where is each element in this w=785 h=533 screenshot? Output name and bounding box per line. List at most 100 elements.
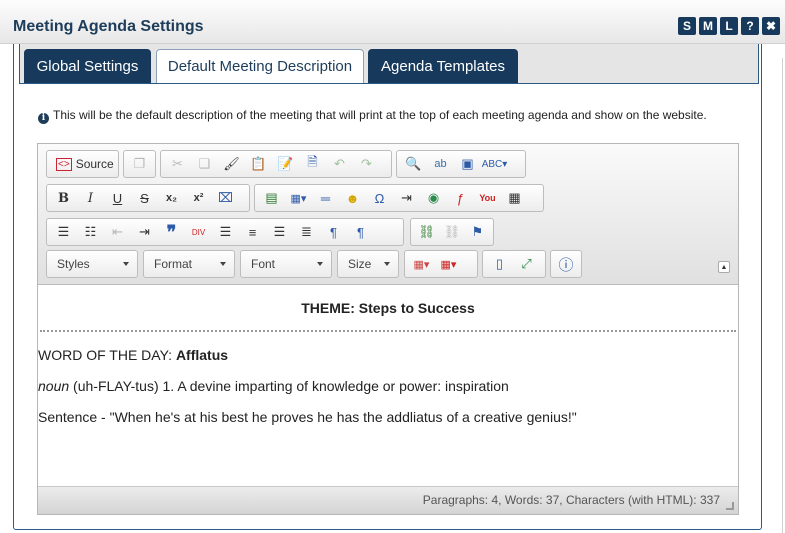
underline-icon[interactable]: U (104, 187, 131, 209)
dotted-divider (40, 330, 736, 332)
source-label: Source (75, 157, 114, 171)
window-controls: S M L ? ✖ (678, 17, 780, 35)
align-right-icon[interactable]: ☰ (266, 221, 293, 243)
special-char-icon[interactable]: Ω (366, 187, 393, 209)
select-all-icon[interactable]: ▣ (454, 153, 481, 175)
editor-statusbar: Paragraphs: 4, Words: 37, Characters (wi… (38, 486, 738, 514)
word-count: Paragraphs: 4, Words: 37, Characters (wi… (422, 493, 720, 507)
definition-text: (uh-FLAY-tus) 1. A devine imparting of k… (69, 378, 509, 394)
maximize-icon[interactable]: ⤢ (513, 253, 540, 275)
youtube-icon[interactable]: You (474, 187, 501, 209)
table-icon[interactable]: ▦▾ (285, 187, 312, 209)
info-icon: i (38, 113, 49, 124)
noun-label: noun (38, 378, 70, 394)
templates-group: ❐ (123, 150, 156, 178)
tab-default-meeting-description[interactable]: Default Meeting Description (156, 49, 364, 83)
rtl-icon[interactable]: ¶ (347, 221, 374, 243)
info-message: i This will be the default description of… (38, 108, 738, 124)
outdent-icon[interactable]: ⇤ (104, 221, 131, 243)
size-dropdown[interactable]: Size (337, 250, 399, 278)
remove-format-icon[interactable]: ⌧ (212, 187, 239, 209)
page-break-icon[interactable]: ⇥ (393, 187, 420, 209)
about-group: ⓘ (550, 250, 582, 278)
rich-text-editor: <> Source ❐ ✂ ❏ 🖌 📋 📝 🗎 ↶ ↷ 🔍 ab ▣ ABC▾ … (37, 143, 739, 515)
spellcheck-icon[interactable]: ABC▾ (481, 153, 508, 175)
format-dropdown[interactable]: Format (143, 250, 235, 278)
flash-icon[interactable]: ƒ (447, 187, 474, 209)
link-icon[interactable]: ⛓ (414, 221, 439, 243)
templates-icon[interactable]: ❐ (127, 153, 152, 175)
format-label: Format (154, 257, 193, 271)
chevron-down-icon (317, 262, 323, 266)
chevron-down-icon (220, 262, 226, 266)
paste-brush-icon[interactable]: 🖌 (218, 153, 245, 175)
close-button[interactable]: ✖ (762, 17, 780, 35)
undo-icon[interactable]: ↶ (326, 153, 353, 175)
ltr-icon[interactable]: ¶ (320, 221, 347, 243)
replace-icon[interactable]: ab (427, 153, 454, 175)
superscript-icon[interactable]: x² (185, 187, 212, 209)
blockquote-icon[interactable]: ❞ (158, 221, 185, 243)
theme-heading: THEME: Steps to Success (301, 300, 475, 316)
find-icon[interactable]: 🔍 (400, 153, 427, 175)
word-of-day-paragraph: WORD OF THE DAY: Afflatus (38, 347, 228, 363)
div-icon[interactable]: DIV (185, 221, 212, 243)
size-medium-button[interactable]: M (699, 17, 717, 35)
dialog-titlebar: Meeting Agenda Settings S M L ? ✖ (0, 0, 785, 44)
basic-styles-group: B I U S x₂ x² ⌧ (46, 184, 250, 212)
tab-global-settings[interactable]: Global Settings (24, 49, 151, 83)
paste-icon[interactable]: 📋 (245, 153, 272, 175)
unlink-icon[interactable]: ⛓ (439, 221, 464, 243)
clipboard-group: ✂ ❏ 🖌 📋 📝 🗎 ↶ ↷ (160, 150, 392, 178)
italic-icon[interactable]: I (77, 187, 104, 209)
bold-icon[interactable]: B (50, 187, 77, 209)
show-blocks-icon[interactable]: ▯ (486, 253, 513, 275)
smiley-icon[interactable]: ☻ (339, 187, 366, 209)
bg-color-icon[interactable]: ▦▾ (435, 253, 462, 275)
editing-group: 🔍 ab ▣ ABC▾ (396, 150, 526, 178)
source-group: <> Source (46, 150, 119, 178)
chevron-down-icon (384, 262, 390, 266)
strike-icon[interactable]: S (131, 187, 158, 209)
links-group: ⛓ ⛓ ⚑ (410, 218, 494, 246)
align-center-icon[interactable]: ≡ (239, 221, 266, 243)
paste-word-icon[interactable]: 🗎 (299, 153, 326, 175)
paste-text-icon[interactable]: 📝 (272, 153, 299, 175)
text-color-icon[interactable]: ▦▾ (408, 253, 435, 275)
subscript-icon[interactable]: x₂ (158, 187, 185, 209)
redo-icon[interactable]: ↷ (353, 153, 380, 175)
about-icon[interactable]: ⓘ (554, 253, 578, 275)
help-button[interactable]: ? (741, 17, 759, 35)
horizontal-rule-icon[interactable]: ═ (312, 187, 339, 209)
source-icon: <> (56, 157, 72, 171)
size-small-button[interactable]: S (678, 17, 696, 35)
font-dropdown[interactable]: Font (240, 250, 332, 278)
indent-icon[interactable]: ⇥ (131, 221, 158, 243)
resize-handle[interactable] (726, 502, 734, 510)
source-button[interactable]: <> Source (50, 153, 120, 175)
tools-group: ▯ ⤢ (482, 250, 546, 278)
numbered-list-icon[interactable]: ☰ (50, 221, 77, 243)
copy-icon[interactable]: ❏ (191, 153, 218, 175)
cut-icon[interactable]: ✂ (164, 153, 191, 175)
chevron-down-icon (123, 262, 129, 266)
tab-agenda-templates[interactable]: Agenda Templates (368, 49, 518, 83)
paragraph-group: ☰ ☷ ⇤ ⇥ ❞ DIV ☰ ≡ ☰ ≣ ¶ ¶ (46, 218, 404, 246)
justify-icon[interactable]: ≣ (293, 221, 320, 243)
info-text: This will be the default description of … (53, 108, 707, 122)
definition-paragraph: noun (uh-FLAY-tus) 1. A devine imparting… (38, 378, 509, 394)
word-of-day-word: Afflatus (175, 347, 229, 363)
font-label: Font (251, 257, 276, 271)
image-icon[interactable]: ▤ (258, 187, 285, 209)
iframe-icon[interactable]: ◉ (420, 187, 447, 209)
styles-label: Styles (57, 257, 90, 271)
media-icon[interactable]: ▦ (501, 187, 528, 209)
styles-dropdown[interactable]: Styles (46, 250, 138, 278)
editor-content[interactable]: THEME: Steps to Success WORD OF THE DAY:… (38, 286, 738, 486)
bulleted-list-icon[interactable]: ☷ (77, 221, 104, 243)
align-left-icon[interactable]: ☰ (212, 221, 239, 243)
word-of-day-prefix: WORD OF THE DAY: (38, 347, 176, 363)
anchor-icon[interactable]: ⚑ (465, 221, 490, 243)
collapse-toolbar-button[interactable]: ▲ (718, 261, 730, 273)
size-large-button[interactable]: L (720, 17, 738, 35)
